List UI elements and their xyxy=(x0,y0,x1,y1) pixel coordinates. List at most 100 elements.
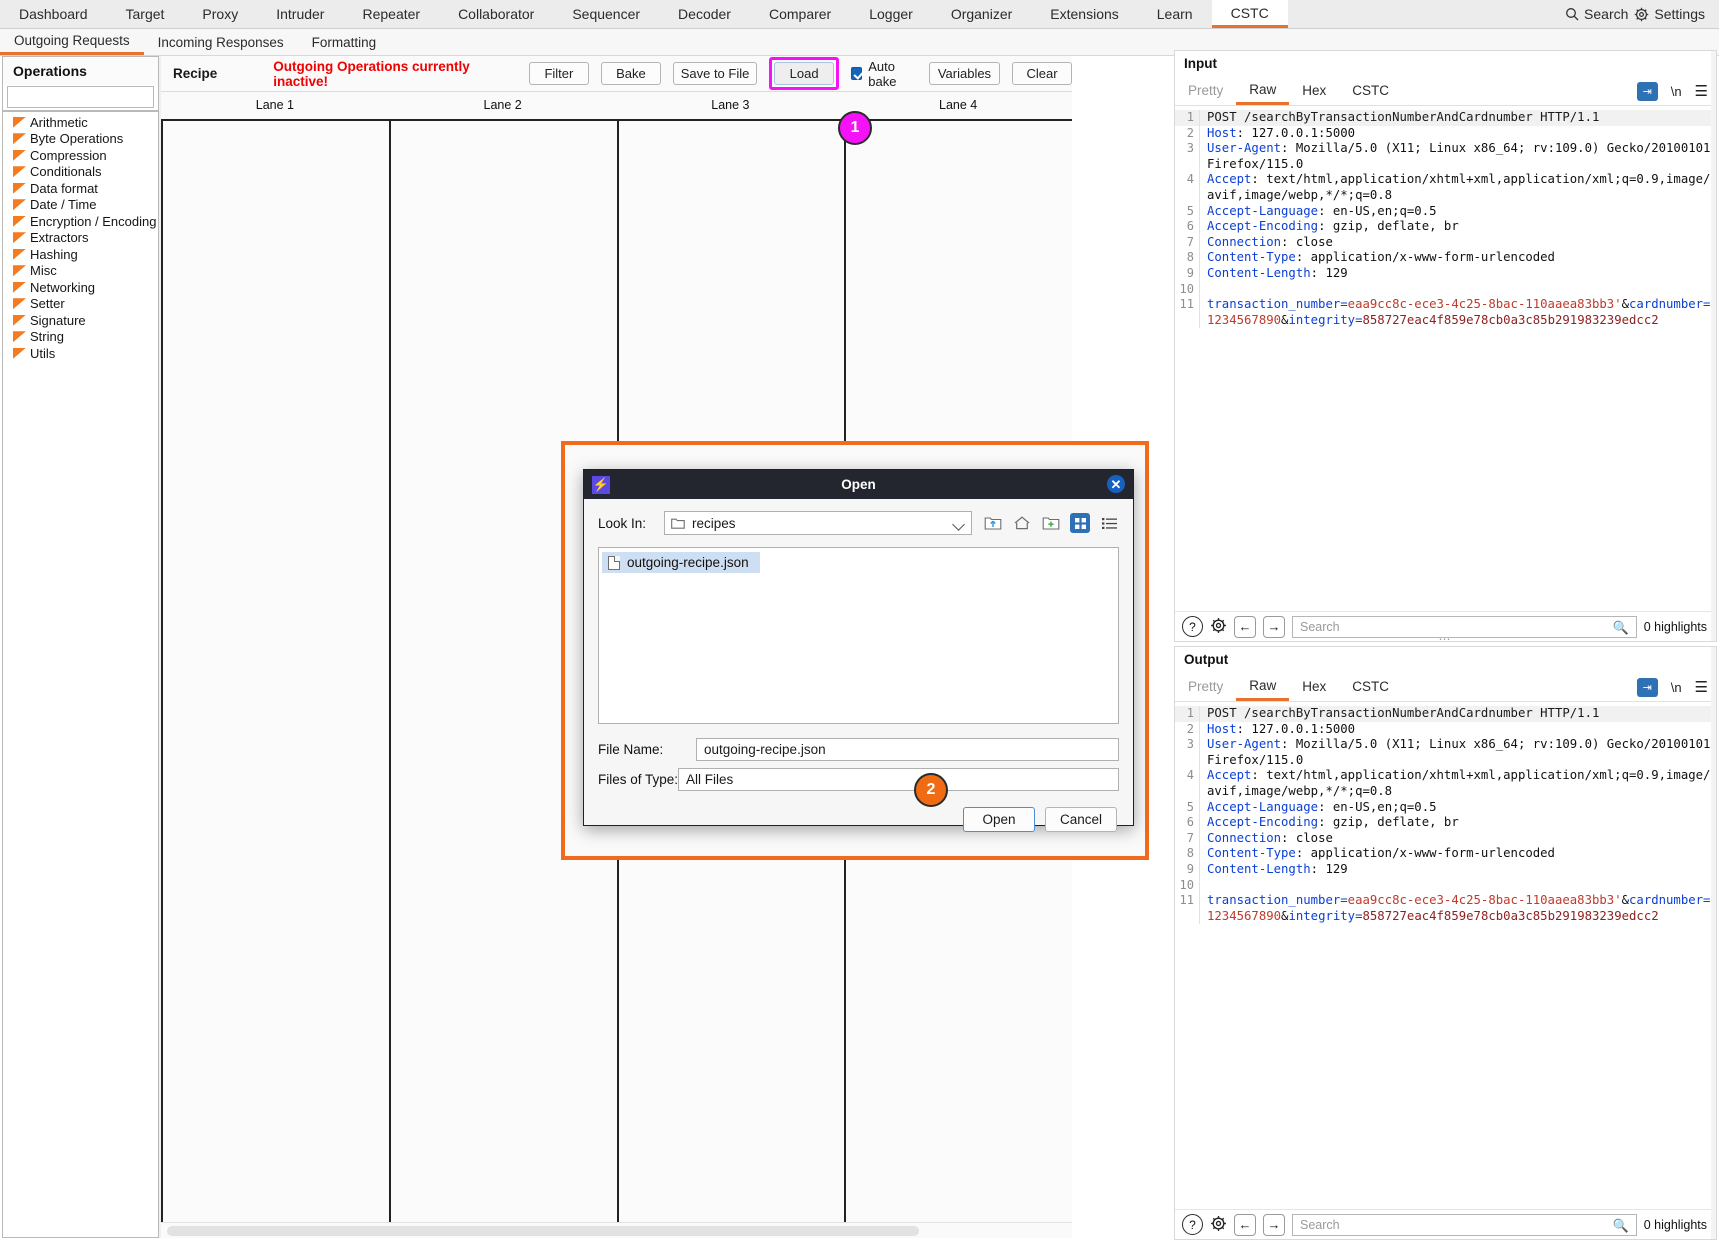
find-previous-icon[interactable]: ← xyxy=(1234,615,1256,638)
tree-expand-triangle-icon[interactable] xyxy=(13,265,26,277)
list-view-icon[interactable] xyxy=(1099,513,1119,533)
tree-expand-triangle-icon[interactable] xyxy=(13,281,26,293)
input-tab-raw[interactable]: Raw xyxy=(1236,76,1290,105)
chevron-down-icon[interactable] xyxy=(952,518,965,531)
operation-category-encryption-encoding[interactable]: Encryption / Encoding xyxy=(3,213,158,230)
auto-bake-toggle[interactable]: Auto bake xyxy=(851,59,917,89)
bake-button[interactable]: Bake xyxy=(600,62,661,85)
find-settings-gear-icon[interactable] xyxy=(1210,617,1227,637)
operations-search-input[interactable] xyxy=(7,86,154,108)
tree-expand-triangle-icon[interactable] xyxy=(13,215,26,227)
auto-bake-checkbox-icon[interactable] xyxy=(851,67,863,80)
output-tab-raw[interactable]: Raw xyxy=(1236,672,1290,701)
operation-category-string[interactable]: String xyxy=(3,329,158,346)
dialog-cancel-button[interactable]: Cancel xyxy=(1044,807,1117,832)
operation-category-hashing[interactable]: Hashing xyxy=(3,246,158,263)
hamburger-menu-icon[interactable]: ☰ xyxy=(1695,678,1708,696)
output-code-view[interactable]: 1 POST /searchByTransactionNumberAndCardn… xyxy=(1175,704,1716,1207)
operation-category-compression[interactable]: Compression xyxy=(3,147,158,164)
global-search-button[interactable]: Search xyxy=(1565,6,1628,22)
main-tab-comparer[interactable]: Comparer xyxy=(750,0,850,28)
pane-resize-grip[interactable]: ⋯ xyxy=(1439,633,1453,645)
output-tab-pretty[interactable]: Pretty xyxy=(1175,672,1236,701)
input-vertical-scrollbar[interactable] xyxy=(1711,51,1716,641)
operation-category-conditionals[interactable]: Conditionals xyxy=(3,164,158,181)
settings-button[interactable]: Settings xyxy=(1634,6,1705,22)
clear-button[interactable]: Clear xyxy=(1012,62,1072,85)
operation-category-setter[interactable]: Setter xyxy=(3,296,158,313)
recipe-horizontal-scrollbar[interactable] xyxy=(161,1222,1072,1238)
operation-category-byte-operations[interactable]: Byte Operations xyxy=(3,131,158,148)
find-next-icon[interactable]: → xyxy=(1263,1213,1285,1236)
dialog-open-button[interactable]: Open xyxy=(962,807,1035,832)
main-tab-sequencer[interactable]: Sequencer xyxy=(553,0,659,28)
main-tab-repeater[interactable]: Repeater xyxy=(343,0,439,28)
tree-expand-triangle-icon[interactable] xyxy=(13,232,26,244)
tree-expand-triangle-icon[interactable] xyxy=(13,347,26,359)
tree-expand-triangle-icon[interactable] xyxy=(13,182,26,194)
operation-category-arithmetic[interactable]: Arithmetic xyxy=(3,114,158,131)
operation-category-date-time[interactable]: Date / Time xyxy=(3,197,158,214)
main-tab-target[interactable]: Target xyxy=(107,0,184,28)
input-tab-pretty[interactable]: Pretty xyxy=(1175,76,1236,105)
main-tab-decoder[interactable]: Decoder xyxy=(659,0,750,28)
file-name-input[interactable]: outgoing-recipe.json xyxy=(696,738,1119,761)
file-list[interactable]: outgoing-recipe.json xyxy=(598,547,1119,724)
find-previous-icon[interactable]: ← xyxy=(1234,1213,1256,1236)
tree-expand-triangle-icon[interactable] xyxy=(13,199,26,211)
operation-category-utils[interactable]: Utils xyxy=(3,345,158,362)
up-folder-icon[interactable] xyxy=(983,513,1003,533)
main-tab-cstc[interactable]: CSTC xyxy=(1211,0,1288,28)
word-wrap-icon[interactable]: ⇥ xyxy=(1636,677,1658,697)
help-icon[interactable]: ? xyxy=(1182,616,1203,637)
save-to-file-button[interactable]: Save to File xyxy=(672,62,758,85)
find-next-icon[interactable]: → xyxy=(1263,615,1285,638)
load-button[interactable]: Load xyxy=(774,62,835,85)
sub-tab-outgoing-requests[interactable]: Outgoing Requests xyxy=(0,29,144,55)
main-tab-logger[interactable]: Logger xyxy=(850,0,932,28)
input-search-field[interactable]: Search 🔍 xyxy=(1292,615,1637,638)
sub-tab-incoming-responses[interactable]: Incoming Responses xyxy=(144,29,298,55)
newline-toggle-icon[interactable]: \n xyxy=(1671,84,1682,99)
main-tab-dashboard[interactable]: Dashboard xyxy=(0,0,107,28)
operation-category-signature[interactable]: Signature xyxy=(3,312,158,329)
close-icon[interactable]: ✕ xyxy=(1107,475,1125,493)
word-wrap-icon[interactable]: ⇥ xyxy=(1636,81,1658,101)
grid-view-icon[interactable] xyxy=(1070,513,1090,533)
main-tab-extensions[interactable]: Extensions xyxy=(1031,0,1137,28)
main-tab-collaborator[interactable]: Collaborator xyxy=(439,0,553,28)
input-tab-hex[interactable]: Hex xyxy=(1289,76,1339,105)
new-folder-icon[interactable] xyxy=(1041,513,1061,533)
input-code-view[interactable]: 1 POST /searchByTransactionNumberAndCardn… xyxy=(1175,108,1716,609)
operation-category-misc[interactable]: Misc xyxy=(3,263,158,280)
lane-column-1[interactable] xyxy=(161,121,391,1222)
main-tab-learn[interactable]: Learn xyxy=(1138,0,1212,28)
tree-expand-triangle-icon[interactable] xyxy=(13,314,26,326)
output-search-field[interactable]: Search 🔍 xyxy=(1292,1213,1637,1236)
tree-expand-triangle-icon[interactable] xyxy=(13,116,26,128)
look-in-combo[interactable]: recipes xyxy=(664,511,972,535)
operation-category-networking[interactable]: Networking xyxy=(3,279,158,296)
tree-expand-triangle-icon[interactable] xyxy=(13,133,26,145)
tree-expand-triangle-icon[interactable] xyxy=(13,166,26,178)
files-of-type-select[interactable]: All Files xyxy=(678,768,1119,791)
output-tab-hex[interactable]: Hex xyxy=(1289,672,1339,701)
input-tab-cstc[interactable]: CSTC xyxy=(1339,76,1402,105)
main-tab-proxy[interactable]: Proxy xyxy=(183,0,257,28)
operation-category-data-format[interactable]: Data format xyxy=(3,180,158,197)
tree-expand-triangle-icon[interactable] xyxy=(13,248,26,260)
operation-category-extractors[interactable]: Extractors xyxy=(3,230,158,247)
output-vertical-scrollbar[interactable] xyxy=(1711,647,1716,1239)
find-settings-gear-icon[interactable] xyxy=(1210,1215,1227,1235)
sub-tab-formatting[interactable]: Formatting xyxy=(298,29,391,55)
file-list-item[interactable]: outgoing-recipe.json xyxy=(602,552,760,573)
main-tab-organizer[interactable]: Organizer xyxy=(932,0,1031,28)
tree-expand-triangle-icon[interactable] xyxy=(13,298,26,310)
filter-button[interactable]: Filter xyxy=(528,62,589,85)
recipe-scrollbar-thumb[interactable] xyxy=(167,1226,919,1236)
hamburger-menu-icon[interactable]: ☰ xyxy=(1695,82,1708,100)
help-icon[interactable]: ? xyxy=(1182,1214,1203,1235)
output-tab-cstc[interactable]: CSTC xyxy=(1339,672,1402,701)
main-tab-intruder[interactable]: Intruder xyxy=(257,0,343,28)
tree-expand-triangle-icon[interactable] xyxy=(13,149,26,161)
